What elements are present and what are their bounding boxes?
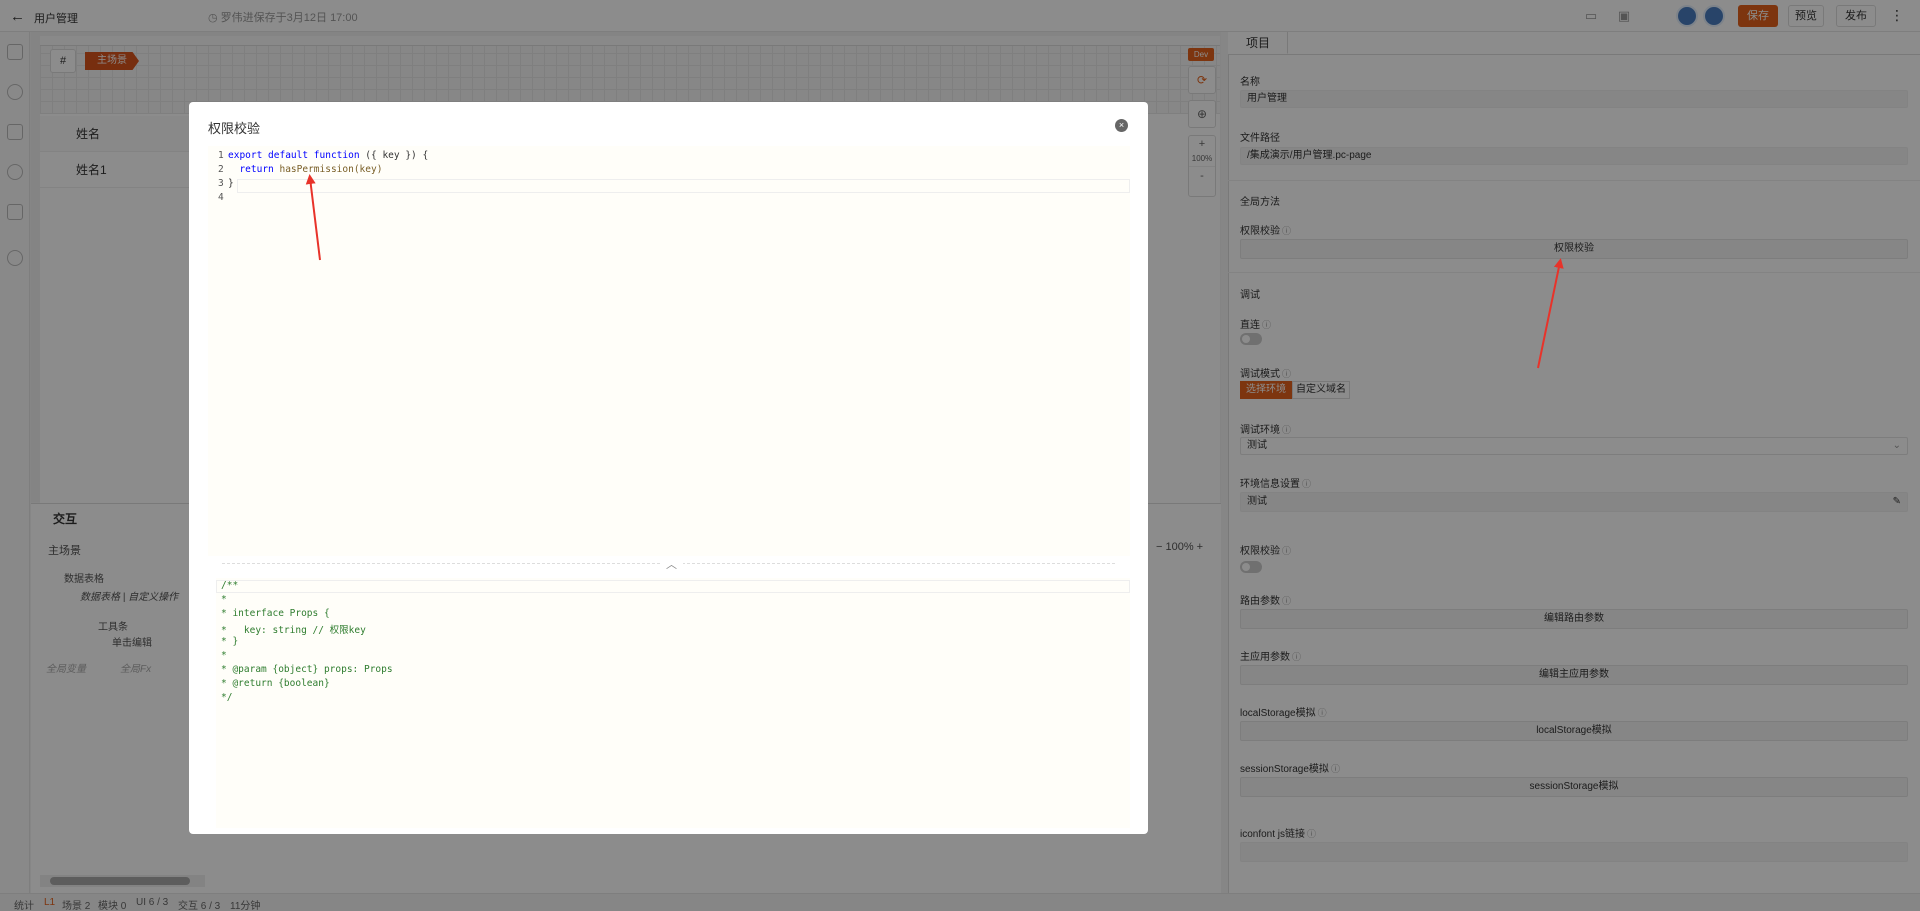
- doc-line: *: [221, 594, 227, 605]
- doc-line: * @return {boolean}: [221, 678, 330, 689]
- code-line: 2 return hasPermission(key): [208, 164, 382, 178]
- doc-line: * }: [221, 636, 239, 647]
- doc-line: * interface Props {: [221, 608, 330, 619]
- line-number: 4: [218, 192, 224, 203]
- code-text: }: [228, 178, 234, 189]
- code-keyword: export default function: [228, 150, 360, 161]
- chevron-up-icon[interactable]: ︿: [660, 556, 683, 572]
- line-number: 2: [218, 164, 224, 175]
- close-icon[interactable]: ×: [1115, 119, 1128, 132]
- doc-line: /**: [221, 580, 239, 591]
- code-line: 3}: [208, 178, 234, 192]
- code-text: ({ key }) {: [359, 150, 429, 161]
- code-line: 4: [208, 192, 228, 206]
- code-text: hasPermission(key): [279, 164, 383, 175]
- doc-line-highlight: [216, 580, 1130, 593]
- type-doc-panel: [216, 578, 1130, 828]
- code-editor[interactable]: [208, 146, 1130, 556]
- modal-title: 权限校验: [208, 121, 261, 136]
- doc-line: */: [221, 692, 233, 703]
- code-keyword: return: [228, 164, 280, 175]
- doc-line: *: [221, 650, 227, 661]
- line-number: 3: [218, 178, 224, 189]
- doc-line: * @param {object} props: Props: [221, 664, 393, 675]
- current-line-highlight: [237, 179, 1130, 193]
- doc-line: * key: string // 权限key: [221, 625, 366, 636]
- line-number: 1: [218, 150, 224, 161]
- code-line: 1 export default function ({ key }) {: [208, 150, 428, 164]
